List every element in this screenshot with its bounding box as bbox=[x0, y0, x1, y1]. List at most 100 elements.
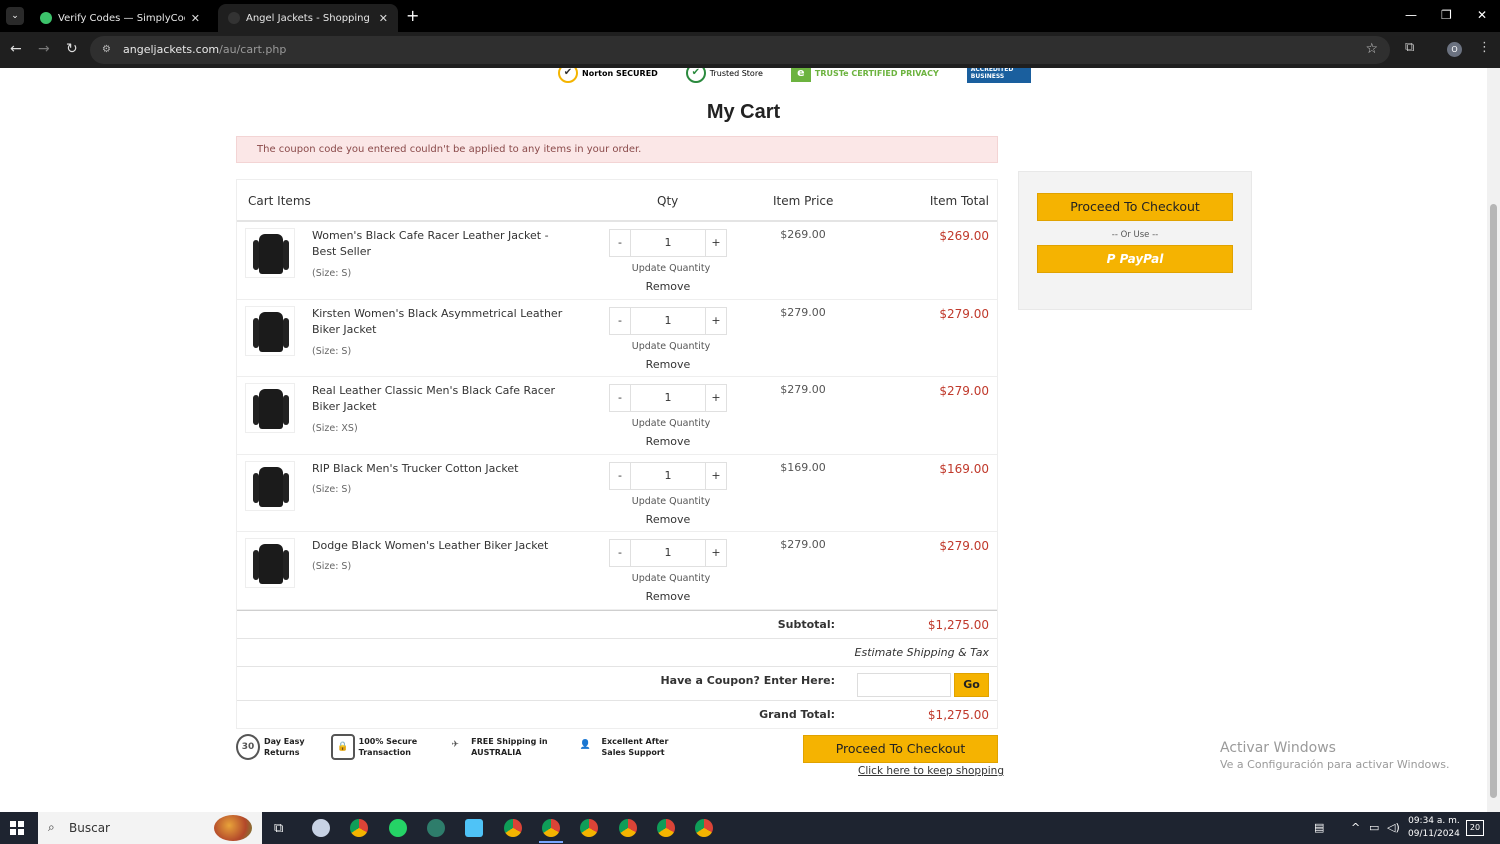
coupon-go-button[interactable]: Go bbox=[954, 672, 989, 697]
decrease-quantity-button[interactable]: - bbox=[609, 306, 631, 335]
feature-returns: 30 Day Easy Returns bbox=[236, 734, 305, 760]
proceed-to-checkout-button[interactable]: Proceed To Checkout bbox=[803, 735, 998, 763]
estimate-shipping-link[interactable]: Estimate Shipping & Tax bbox=[855, 646, 989, 659]
extensions-icon[interactable]: ⧉ bbox=[1405, 40, 1414, 55]
remove-link[interactable]: Remove bbox=[609, 280, 727, 293]
product-thumbnail[interactable] bbox=[245, 228, 295, 278]
url-text: angeljackets.com/au/cart.php bbox=[123, 43, 287, 56]
increase-quantity-button[interactable]: + bbox=[705, 384, 727, 412]
network-icon[interactable]: ▭ bbox=[1369, 821, 1379, 834]
taskbar-search-label: Buscar bbox=[69, 821, 110, 835]
remove-link[interactable]: Remove bbox=[609, 435, 727, 448]
menu-kebab-icon[interactable]: ⋮ bbox=[1478, 40, 1491, 55]
chrome-icon[interactable] bbox=[657, 819, 675, 837]
whatsapp-icon[interactable] bbox=[389, 819, 407, 837]
scrollbar-thumb[interactable] bbox=[1490, 204, 1497, 798]
increase-quantity-button[interactable]: + bbox=[705, 229, 727, 257]
chrome-icon[interactable] bbox=[504, 819, 522, 837]
keep-shopping-link[interactable]: Click here to keep shopping bbox=[858, 765, 1004, 777]
reload-icon[interactable]: ↻ bbox=[66, 41, 78, 57]
taskbar-search[interactable]: ⌕ Buscar bbox=[38, 812, 262, 844]
decrease-quantity-button[interactable]: - bbox=[609, 461, 631, 490]
coupon-input[interactable] bbox=[857, 672, 951, 697]
remove-link[interactable]: Remove bbox=[609, 358, 727, 371]
bookmark-star-icon[interactable]: ☆ bbox=[1365, 41, 1378, 57]
update-quantity-link[interactable]: Update Quantity bbox=[609, 418, 733, 429]
quantity-input[interactable]: 1 bbox=[631, 229, 705, 257]
close-tab-icon[interactable]: ✕ bbox=[379, 12, 388, 25]
decrease-quantity-button[interactable]: - bbox=[609, 384, 631, 412]
grand-total-row: Grand Total: $1,275.00 bbox=[237, 699, 997, 728]
address-bar[interactable]: ⚙ angeljackets.com/au/cart.php ☆ bbox=[90, 36, 1390, 64]
product-thumbnail[interactable] bbox=[245, 383, 295, 433]
tab-simplycodes[interactable]: Verify Codes — SimplyCodes ✕ bbox=[30, 4, 210, 32]
product-name[interactable]: Dodge Black Women's Leather Biker Jacket bbox=[312, 538, 572, 554]
update-quantity-link[interactable]: Update Quantity bbox=[609, 263, 733, 274]
increase-quantity-button[interactable]: + bbox=[705, 539, 727, 567]
item-total: $279.00 bbox=[939, 539, 989, 553]
estimate-row: Estimate Shipping & Tax bbox=[237, 637, 997, 666]
update-quantity-link[interactable]: Update Quantity bbox=[609, 341, 733, 352]
chrome-icon[interactable] bbox=[542, 819, 560, 837]
chrome-icon[interactable] bbox=[350, 819, 368, 837]
app-icon[interactable] bbox=[312, 819, 330, 837]
site-info-icon[interactable]: ⚙ bbox=[102, 44, 111, 55]
product-name[interactable]: Kirsten Women's Black Asymmetrical Leath… bbox=[312, 306, 572, 338]
page-scrollbar[interactable] bbox=[1487, 68, 1500, 812]
remove-link[interactable]: Remove bbox=[609, 590, 727, 603]
product-thumbnail[interactable] bbox=[245, 538, 295, 588]
task-view-icon[interactable]: ⧉ bbox=[274, 821, 283, 836]
cart-header-row: Cart Items Qty Item Price Item Total bbox=[237, 180, 997, 222]
forward-icon[interactable]: → bbox=[38, 41, 50, 57]
back-icon[interactable]: ← bbox=[10, 41, 22, 57]
product-size: (Size: S) bbox=[312, 268, 352, 279]
tab-search-icon[interactable]: ⌄ bbox=[6, 7, 24, 25]
product-thumbnail[interactable] bbox=[245, 305, 295, 356]
increase-quantity-button[interactable]: + bbox=[705, 306, 727, 335]
chrome-icon[interactable] bbox=[580, 819, 598, 837]
sidebar-checkout-button[interactable]: Proceed To Checkout bbox=[1037, 193, 1233, 221]
update-quantity-link[interactable]: Update Quantity bbox=[609, 573, 733, 584]
search-icon: ⌕ bbox=[48, 820, 55, 834]
keyboard-icon[interactable]: ▤ bbox=[1314, 821, 1324, 834]
quantity-input[interactable]: 1 bbox=[631, 539, 705, 567]
decrease-quantity-button[interactable]: - bbox=[609, 229, 631, 257]
app-icon[interactable] bbox=[427, 819, 445, 837]
quantity-input[interactable]: 1 bbox=[631, 306, 705, 335]
notifications-icon[interactable]: 20 bbox=[1466, 820, 1484, 836]
product-thumbnail[interactable] bbox=[245, 460, 295, 511]
airplane-icon: ✈ bbox=[451, 740, 459, 750]
product-name[interactable]: RIP Black Men's Trucker Cotton Jacket bbox=[312, 461, 572, 477]
taskbar-clock[interactable]: 09:34 a. m. 09/11/2024 bbox=[1408, 815, 1460, 841]
feature-line: AUSTRALIA bbox=[471, 748, 522, 757]
chrome-icon[interactable] bbox=[695, 819, 713, 837]
minimize-icon[interactable]: — bbox=[1405, 8, 1417, 22]
chevron-up-icon[interactable]: ^ bbox=[1351, 821, 1360, 834]
quantity-input[interactable]: 1 bbox=[631, 461, 705, 490]
profile-avatar[interactable]: O bbox=[1447, 42, 1462, 57]
restore-icon[interactable]: ❐ bbox=[1441, 8, 1452, 22]
activate-subtitle: Ve a Configuración para activar Windows. bbox=[1220, 758, 1450, 771]
chrome-icon[interactable] bbox=[619, 819, 637, 837]
app-icon[interactable] bbox=[465, 819, 483, 837]
new-tab-button[interactable]: + bbox=[406, 7, 419, 25]
update-quantity-link[interactable]: Update Quantity bbox=[609, 496, 733, 507]
windows-start-icon[interactable] bbox=[10, 821, 24, 835]
checkout-sidebar: Proceed To Checkout -- Or Use -- P PayPa… bbox=[1018, 171, 1252, 310]
activate-title: Activar Windows bbox=[1220, 740, 1336, 756]
tab-angel-jackets[interactable]: Angel Jackets - Shopping Cart | ✕ bbox=[218, 4, 398, 32]
decrease-quantity-button[interactable]: - bbox=[609, 539, 631, 567]
increase-quantity-button[interactable]: + bbox=[705, 461, 727, 490]
remove-link[interactable]: Remove bbox=[609, 513, 727, 526]
quantity-input[interactable]: 1 bbox=[631, 384, 705, 412]
paypal-button[interactable]: P PayPal bbox=[1037, 245, 1233, 273]
close-tab-icon[interactable]: ✕ bbox=[191, 12, 200, 25]
tab-title: Verify Codes — SimplyCodes bbox=[58, 12, 185, 24]
product-name[interactable]: Women's Black Cafe Racer Leather Jacket … bbox=[312, 228, 572, 260]
volume-icon[interactable]: ◁) bbox=[1387, 821, 1400, 834]
product-name[interactable]: Real Leather Classic Men's Black Cafe Ra… bbox=[312, 383, 572, 415]
simplycodes-favicon-icon bbox=[40, 12, 52, 24]
trusted-store-check-icon: ✔ bbox=[685, 68, 706, 83]
item-total: $269.00 bbox=[939, 229, 989, 243]
window-close-icon[interactable]: ✕ bbox=[1477, 8, 1487, 22]
